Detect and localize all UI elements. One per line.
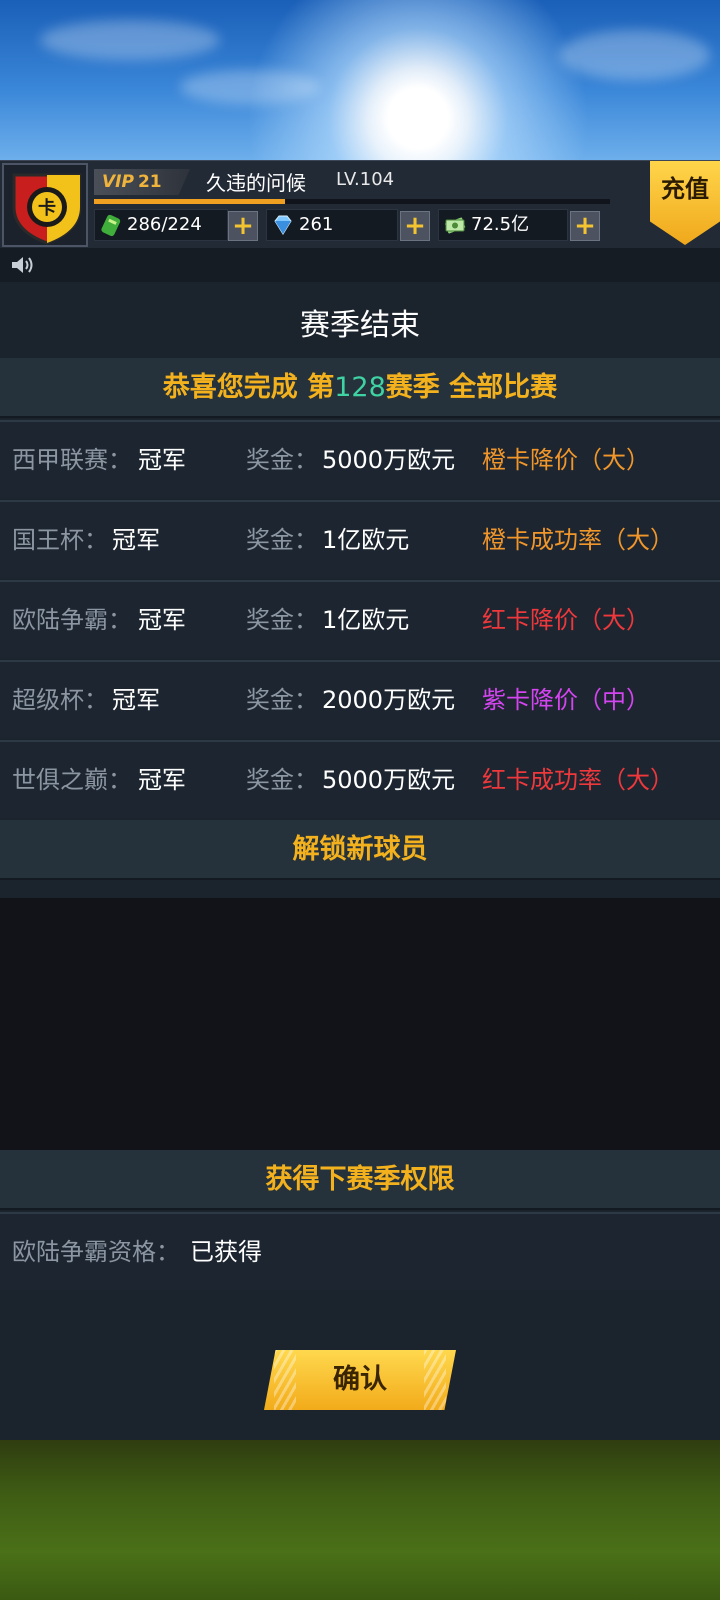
prize-value: 2000万欧元	[322, 686, 456, 714]
congrats-banner: 恭喜您完成 第128赛季 全部比赛	[0, 358, 720, 418]
speaker-icon[interactable]	[10, 255, 36, 275]
competition-name: 世俱之巅：	[12, 766, 132, 794]
player-name: 久违的问候	[206, 171, 306, 195]
prize-value: 1亿欧元	[322, 526, 410, 554]
club-crest-button[interactable]: 卡	[2, 163, 88, 247]
reward-text: 红卡成功率（大）	[482, 766, 674, 794]
vip-badge[interactable]: VIP 21	[94, 169, 190, 195]
permission-value: 已获得	[190, 1238, 262, 1266]
competition-name: 国王杯：	[12, 526, 108, 554]
season-end-panel: 赛季结束 恭喜您完成 第128赛季 全部比赛 西甲联赛： 冠军 奖金： 5000…	[0, 282, 720, 1440]
next-season-header: 获得下赛季权限	[0, 1150, 720, 1210]
svg-text:卡: 卡	[38, 197, 56, 219]
cash-icon	[445, 217, 466, 234]
prize-label: 奖金：	[246, 686, 318, 714]
top-status-bar: 卡 VIP 21 久违的问候 LV.104 286/224 + 261 + 72.…	[0, 160, 720, 248]
grass-background	[0, 1440, 720, 1600]
permission-label: 欧陆争霸资格：	[12, 1238, 180, 1266]
diamond-icon	[274, 215, 292, 235]
confirm-button[interactable]: 确认	[264, 1350, 456, 1410]
competition-result: 冠军	[138, 606, 186, 634]
result-row: 超级杯： 冠军 奖金： 2000万欧元 紫卡降价（中）	[0, 660, 720, 738]
congrats-prefix: 恭喜您完成 第	[162, 372, 335, 403]
prize-value: 5000万欧元	[322, 766, 456, 794]
cash-counter: 72.5亿	[438, 209, 568, 241]
competition-result: 冠军	[112, 686, 160, 714]
unlock-players-header: 解锁新球员	[0, 820, 720, 880]
prize-label: 奖金：	[246, 766, 318, 794]
recharge-button[interactable]: 充值	[650, 161, 720, 245]
competition-result: 冠军	[112, 526, 160, 554]
panel-title: 赛季结束	[300, 308, 420, 343]
add-stamina-button[interactable]: +	[228, 211, 258, 241]
club-crest-icon: 卡	[12, 173, 82, 245]
competition-name: 超级杯：	[12, 686, 108, 714]
competition-result: 冠军	[138, 766, 186, 794]
prize-label: 奖金：	[246, 526, 318, 554]
diamond-value: 261	[299, 214, 334, 235]
exp-bar	[94, 199, 610, 204]
result-row: 国王杯： 冠军 奖金： 1亿欧元 橙卡成功率（大）	[0, 500, 720, 578]
prize-value: 1亿欧元	[322, 606, 410, 634]
result-row: 西甲联赛： 冠军 奖金： 5000万欧元 橙卡降价（大）	[0, 420, 720, 498]
stamina-value: 286/224	[127, 214, 202, 235]
competition-name: 欧陆争霸：	[12, 606, 132, 634]
competition-name: 西甲联赛：	[12, 446, 132, 474]
stamina-icon	[101, 214, 121, 236]
prize-label: 奖金：	[246, 446, 318, 474]
stamina-counter: 286/224	[94, 209, 228, 241]
prize-value: 5000万欧元	[322, 446, 456, 474]
diamond-counter: 261	[266, 209, 398, 241]
vip-level: 21	[137, 172, 162, 192]
player-level: LV.104	[336, 169, 395, 190]
reward-text: 红卡降价（大）	[482, 606, 650, 634]
sky-background	[0, 0, 720, 162]
season-number: 128	[334, 372, 386, 403]
cash-value: 72.5亿	[471, 214, 530, 235]
congrats-suffix: 赛季 全部比赛	[385, 372, 558, 403]
add-cash-button[interactable]: +	[570, 211, 600, 241]
prize-label: 奖金：	[246, 606, 318, 634]
result-row: 欧陆争霸： 冠军 奖金： 1亿欧元 红卡降价（大）	[0, 580, 720, 658]
add-diamond-button[interactable]: +	[400, 211, 430, 241]
reward-text: 紫卡降价（中）	[482, 686, 650, 714]
reward-text: 橙卡降价（大）	[482, 446, 650, 474]
sound-bar	[0, 248, 720, 282]
exp-bar-fill	[94, 199, 285, 204]
reward-text: 橙卡成功率（大）	[482, 526, 674, 554]
unlock-players-area	[0, 898, 720, 1170]
competition-result: 冠军	[138, 446, 186, 474]
vip-prefix: VIP	[102, 172, 134, 192]
permission-row: 欧陆争霸资格： 已获得	[0, 1212, 720, 1290]
result-row: 世俱之巅： 冠军 奖金： 5000万欧元 红卡成功率（大）	[0, 740, 720, 818]
